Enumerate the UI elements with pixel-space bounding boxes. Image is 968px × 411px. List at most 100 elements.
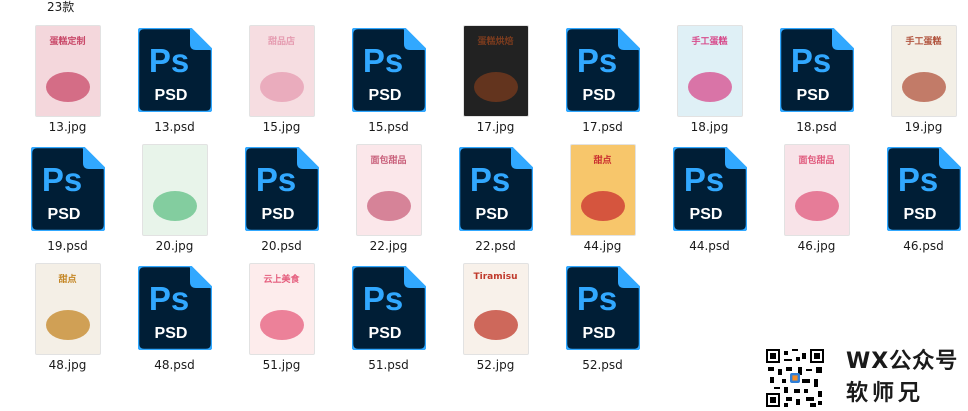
file-item[interactable]: Ps PSD 13.psd: [121, 24, 228, 142]
poster-dessert-shape: [901, 72, 946, 102]
file-item[interactable]: 甜品店 15.jpg: [228, 24, 335, 142]
file-item[interactable]: Ps PSD 46.psd: [870, 143, 968, 261]
file-item[interactable]: Ps PSD 52.psd: [549, 262, 656, 380]
file-item[interactable]: Ps PSD 17.psd: [549, 24, 656, 142]
file-item[interactable]: Ps PSD 48.psd: [121, 262, 228, 380]
psd-type-text: PSD: [154, 325, 187, 342]
ps-logo-text: Ps: [790, 42, 830, 79]
file-name-label: 44.psd: [689, 239, 730, 253]
poster-title: Tiramisu: [473, 272, 518, 282]
psd-type-text: PSD: [475, 206, 508, 223]
psd-file-icon: Ps PSD: [30, 147, 105, 231]
poster-title: 面包甜品: [370, 156, 407, 166]
image-thumbnail: 甜点: [570, 145, 635, 235]
file-name-label: 46.jpg: [797, 239, 836, 253]
file-item[interactable]: 20.jpg: [121, 143, 228, 261]
file-name-label: 44.jpg: [583, 239, 622, 253]
image-thumbnail: 手工蛋糕: [677, 26, 742, 116]
file-name-label: 52.psd: [582, 358, 623, 372]
poster-dessert-shape: [473, 310, 518, 340]
file-name-label: 17.psd: [582, 120, 623, 134]
poster-dessert-shape: [45, 310, 90, 340]
qr-code-icon: [766, 349, 824, 407]
psd-type-text: PSD: [261, 206, 294, 223]
file-name-label: 19.jpg: [904, 120, 943, 134]
ps-logo-text: Ps: [576, 280, 616, 317]
file-name-label: 20.jpg: [155, 239, 194, 253]
poster-dessert-shape: [152, 191, 197, 221]
poster-dessert-shape: [580, 191, 625, 221]
image-thumbnail: 甜品店: [249, 26, 314, 116]
file-item[interactable]: Ps PSD 22.psd: [442, 143, 549, 261]
file-name-label: 18.jpg: [690, 120, 729, 134]
file-name-label: 20.psd: [261, 239, 302, 253]
psd-type-text: PSD: [903, 206, 936, 223]
file-name-label: 48.psd: [154, 358, 195, 372]
psd-type-text: PSD: [368, 325, 401, 342]
psd-type-text: PSD: [689, 206, 722, 223]
file-item[interactable]: 甜点 44.jpg: [549, 143, 656, 261]
poster-title: 甜点: [58, 275, 77, 285]
file-item[interactable]: Ps PSD 20.psd: [228, 143, 335, 261]
poster-dessert-shape: [366, 191, 411, 221]
poster-dessert-shape: [473, 72, 518, 102]
psd-file-icon: Ps PSD: [351, 266, 426, 350]
file-item[interactable]: Ps PSD 15.psd: [335, 24, 442, 142]
file-item[interactable]: Ps PSD 44.psd: [656, 143, 763, 261]
file-item[interactable]: Ps PSD 18.psd: [763, 24, 870, 142]
image-thumbnail: [142, 145, 207, 235]
image-thumbnail: 蛋糕定制: [35, 26, 100, 116]
psd-type-text: PSD: [154, 87, 187, 104]
file-item[interactable]: Tiramisu 52.jpg: [442, 262, 549, 380]
file-name-label: 17.jpg: [476, 120, 515, 134]
psd-type-text: PSD: [796, 87, 829, 104]
psd-file-icon: Ps PSD: [672, 147, 747, 231]
poster-dessert-shape: [794, 191, 839, 221]
poster-dessert-shape: [259, 310, 304, 340]
file-item[interactable]: 手工蛋糕 19.jpg: [870, 24, 968, 142]
file-item[interactable]: 云上美食 51.jpg: [228, 262, 335, 380]
file-name-label: 22.jpg: [369, 239, 408, 253]
file-item[interactable]: 蛋糕定制 13.jpg: [14, 24, 121, 142]
image-thumbnail: 手工蛋糕: [891, 26, 956, 116]
ps-logo-text: Ps: [576, 42, 616, 79]
folder-count-label: 23款: [47, 0, 75, 14]
image-thumbnail: 蛋糕烘焙: [463, 26, 528, 116]
watermark-line-1: WX公众号: [846, 349, 959, 374]
psd-file-icon: Ps PSD: [565, 266, 640, 350]
psd-file-icon: Ps PSD: [137, 28, 212, 112]
ps-logo-text: Ps: [897, 161, 937, 198]
poster-title: 蛋糕定制: [49, 37, 86, 47]
poster-title: 甜品店: [267, 37, 295, 47]
file-item[interactable]: Ps PSD 19.psd: [14, 143, 121, 261]
file-item[interactable]: 面包甜品 46.jpg: [763, 143, 870, 261]
file-item[interactable]: 手工蛋糕 18.jpg: [656, 24, 763, 142]
image-thumbnail: 云上美食: [249, 264, 314, 354]
psd-file-icon: Ps PSD: [244, 147, 319, 231]
file-name-label: 51.psd: [368, 358, 409, 372]
poster-title: 甜点: [593, 156, 612, 166]
psd-file-icon: Ps PSD: [137, 266, 212, 350]
file-name-label: 18.psd: [796, 120, 837, 134]
poster-dessert-shape: [687, 72, 732, 102]
ps-logo-text: Ps: [148, 280, 188, 317]
psd-type-text: PSD: [582, 87, 615, 104]
file-item[interactable]: 甜点 48.jpg: [14, 262, 121, 380]
poster-title: 面包甜品: [798, 156, 835, 166]
psd-file-icon: Ps PSD: [351, 28, 426, 112]
ps-logo-text: Ps: [683, 161, 723, 198]
file-name-label: 52.jpg: [476, 358, 515, 372]
poster-dessert-shape: [259, 72, 304, 102]
file-name-label: 51.jpg: [262, 358, 301, 372]
file-name-label: 15.psd: [368, 120, 409, 134]
image-thumbnail: Tiramisu: [463, 264, 528, 354]
file-name-label: 15.jpg: [262, 120, 301, 134]
file-item[interactable]: Ps PSD 51.psd: [335, 262, 442, 380]
image-thumbnail: 面包甜品: [356, 145, 421, 235]
psd-type-text: PSD: [47, 206, 80, 223]
file-item[interactable]: 蛋糕烘焙 17.jpg: [442, 24, 549, 142]
psd-file-icon: Ps PSD: [565, 28, 640, 112]
file-item[interactable]: 面包甜品 22.jpg: [335, 143, 442, 261]
file-name-label: 22.psd: [475, 239, 516, 253]
file-name-label: 19.psd: [47, 239, 88, 253]
